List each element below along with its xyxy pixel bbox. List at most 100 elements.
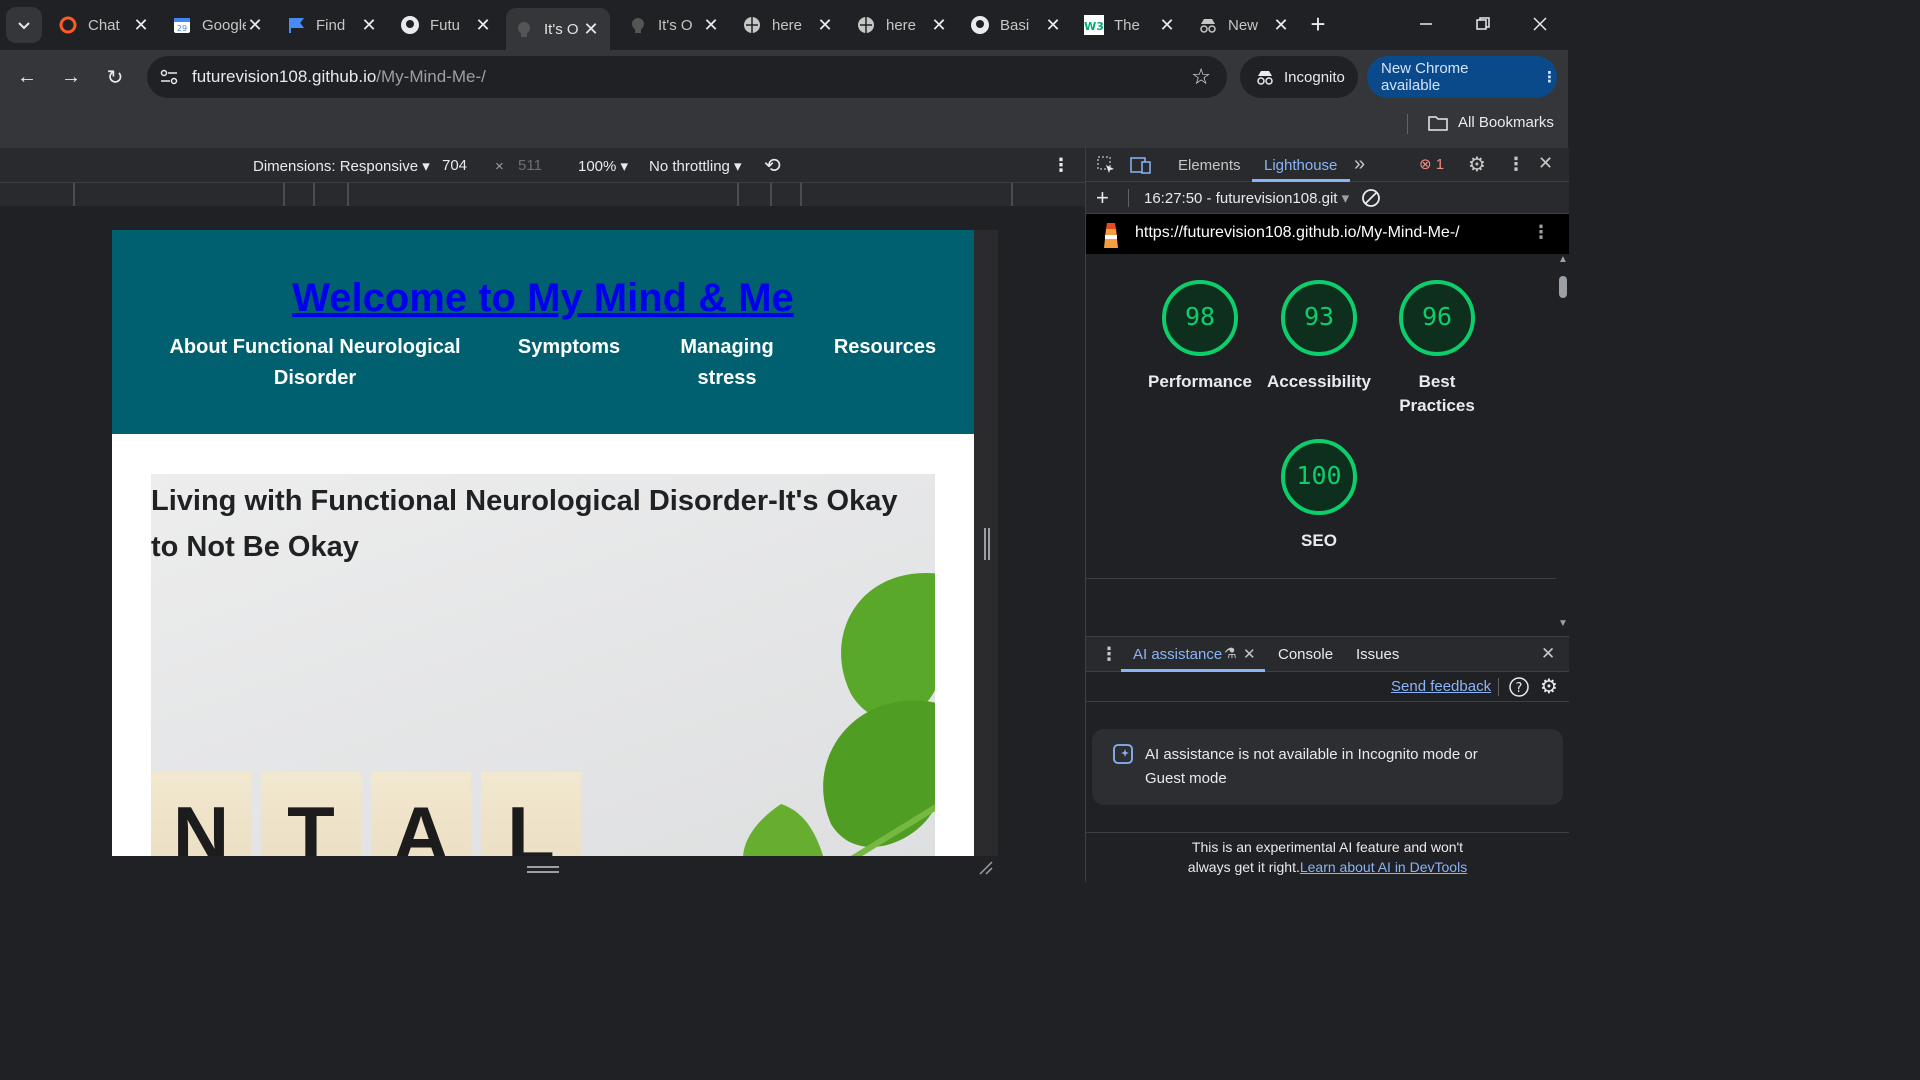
scroll-thumb[interactable] [1559,276,1567,298]
back-button[interactable]: ← [11,61,43,93]
address-bar[interactable]: futurevision108.github.io/My-Mind-Me-/ ☆ [147,56,1227,98]
close-tab-icon[interactable]: ✕ [1272,15,1290,36]
close-devtools-icon[interactable]: ✕ [1538,153,1553,174]
tab-title: New [1228,16,1259,34]
ruler-tick [313,183,315,206]
close-tab-icon[interactable]: ✕ [1044,15,1062,36]
rotate-icon[interactable]: ⟲ [764,153,781,178]
caret-down-icon: ▾ [422,158,430,175]
nav-link-managing-stress[interactable]: Managing stress [672,332,782,394]
settings-gear-icon[interactable]: ⚙ [1468,152,1486,177]
inspect-element-icon[interactable] [1097,156,1115,174]
tab-ai-assistance[interactable]: AI assistance [1133,646,1222,663]
height-input[interactable]: 511 [518,157,542,174]
browser-tab[interactable]: here ✕ [734,8,844,42]
browser-tab[interactable]: Chat ✕ [50,8,160,42]
report-selector[interactable]: 16:27:50 - futurevision108.git ▾ [1144,189,1349,207]
right-resize-handle[interactable] [984,528,990,560]
forward-button[interactable]: → [55,61,87,93]
close-tab-icon[interactable]: ✕ [132,15,150,36]
throttling-dropdown[interactable]: No throttling ▾ [649,157,742,175]
tab-console[interactable]: Console [1278,646,1333,663]
browser-tab[interactable]: Find ✕ [278,8,388,42]
device-toolbar-icon[interactable] [1130,156,1152,174]
close-tab-icon[interactable]: ✕ [474,15,492,36]
tab-title: It's O [544,20,579,38]
send-feedback-link[interactable]: Send feedback [1391,678,1491,695]
learn-about-ai-link[interactable]: Learn about AI in DevTools [1300,859,1467,875]
divider [1498,678,1499,696]
browser-tab[interactable]: here ✕ [848,8,958,42]
close-tab-icon[interactable]: ✕ [816,15,834,36]
dimensions-label: Dimensions: Responsive [253,158,419,175]
more-tabs-icon[interactable]: » [1354,153,1365,176]
scroll-down-icon[interactable]: ▼ [1558,618,1568,629]
settings-gear-icon[interactable]: ⚙ [1540,674,1558,699]
scroll-up-icon[interactable]: ▲ [1558,254,1568,265]
new-chrome-available-button[interactable]: New Chrome available ⋮ [1367,56,1557,98]
bottom-resize-handle[interactable] [527,866,559,873]
tab-search-button[interactable] [6,7,42,43]
restore-button[interactable] [1463,8,1503,40]
close-drawer-icon[interactable]: ✕ [1541,644,1555,664]
kebab-menu-icon[interactable]: ⋮ [1052,155,1070,176]
drawer-menu-icon[interactable]: ⋮ [1100,644,1118,665]
corner-resize-icon[interactable] [978,860,994,876]
best-practices-gauge[interactable]: 96 [1397,278,1477,358]
minimize-button[interactable] [1406,8,1446,40]
close-tab-icon[interactable]: ✕ [360,15,378,36]
url-host: futurevision108.github.io [192,67,377,86]
nav-link-about[interactable]: About Functional Neurological Disorder [162,332,468,394]
site-info-icon [160,69,178,85]
devtools-panel: Elements Lighthouse » ⊗ 1 ⚙ ⋮ ✕ + 16:27:… [1085,148,1569,882]
dimensions-dropdown[interactable]: Dimensions: Responsive ▾ [253,157,430,175]
zoom-dropdown[interactable]: 100% ▾ [578,157,628,175]
tab-lighthouse[interactable]: Lighthouse [1264,157,1337,174]
close-tab-icon[interactable]: ✕ [1243,645,1256,663]
browser-tab[interactable]: Basi ✕ [962,8,1072,42]
bookmark-star-icon[interactable]: ☆ [1191,64,1211,90]
github-icon [970,15,990,35]
browser-tab[interactable]: New ✕ [1190,8,1300,42]
tab-strip: Chat ✕ 29 Google ✕ Find ✕ Futu ✕ It's O … [0,0,1568,50]
width-input[interactable]: 704 [442,157,467,174]
tab-elements[interactable]: Elements [1178,157,1241,174]
nav-link-symptoms[interactable]: Symptoms [512,332,626,363]
close-tab-icon[interactable]: ✕ [582,19,600,40]
accessibility-gauge[interactable]: 93 [1279,278,1359,358]
reload-button[interactable]: ↻ [99,61,131,93]
close-tab-icon[interactable]: ✕ [1158,15,1176,36]
clear-report-icon[interactable] [1361,188,1381,208]
kebab-menu-icon[interactable]: ⋮ [1532,222,1550,243]
performance-gauge[interactable]: 98 [1160,278,1240,358]
github-icon [400,15,420,35]
browser-tab-active[interactable]: It's O ✕ [506,8,610,50]
close-window-button[interactable] [1520,8,1560,40]
close-tab-icon[interactable]: ✕ [246,15,264,36]
close-tab-icon[interactable]: ✕ [930,15,948,36]
tab-issues[interactable]: Issues [1356,646,1399,663]
browser-tab[interactable]: Futu ✕ [392,8,502,42]
kebab-menu-icon[interactable]: ⋮ [1507,154,1525,175]
all-bookmarks-button[interactable]: All Bookmarks [1428,114,1554,131]
report-scrollbar[interactable]: ▲ ▼ [1557,254,1569,632]
close-tab-icon[interactable]: ✕ [702,15,720,36]
new-tab-button[interactable]: + [1298,8,1338,40]
divider [1086,578,1556,579]
new-report-plus-icon[interactable]: + [1096,185,1109,211]
nav-link-resources[interactable]: Resources [826,332,944,363]
throttling-label: No throttling [649,158,730,175]
seo-gauge[interactable]: 100 [1279,437,1359,517]
error-count-badge[interactable]: ⊗ 1 [1419,155,1444,173]
tab-title: here [886,16,917,34]
browser-tab[interactable]: W3 The ✕ [1076,8,1186,42]
lighthouse-url-bar: https://futurevision108.github.io/My-Min… [1086,214,1569,254]
browser-tab[interactable]: 29 Google ✕ [164,8,274,42]
url-text: futurevision108.github.io/My-Mind-Me-/ [192,67,486,87]
incognito-button[interactable]: Incognito [1240,56,1358,98]
browser-tab[interactable]: It's O ✕ [620,8,730,42]
incognito-icon [1257,71,1273,85]
bookmarks-bar: All Bookmarks [0,104,1568,148]
site-title-link[interactable]: Welcome to My Mind & Me [112,276,974,321]
help-icon[interactable]: ? [1508,676,1530,698]
